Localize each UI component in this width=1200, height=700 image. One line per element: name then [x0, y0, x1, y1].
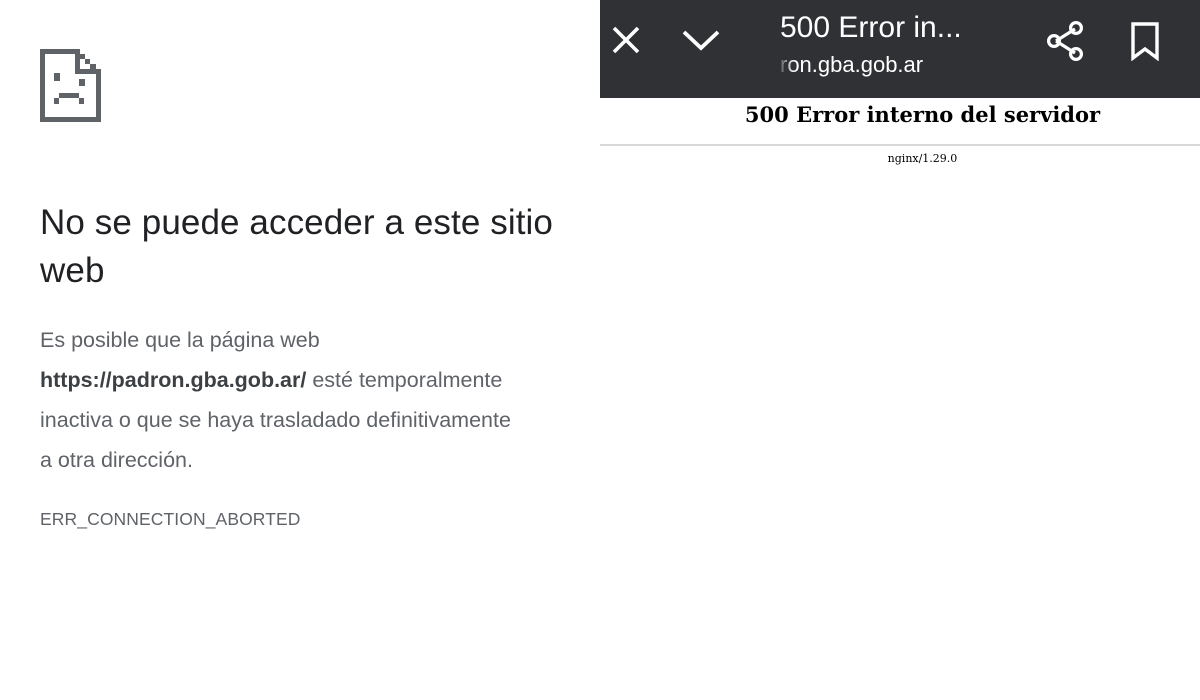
custom-tab-toolbar: 500 Error in... ron.gba.gob.ar — [600, 0, 1200, 98]
sad-document-icon — [40, 49, 101, 122]
bookmark-icon — [1131, 22, 1159, 61]
error-title: No se puede acceder a este sitio web — [40, 203, 553, 290]
error-code: ERR_CONNECTION_ABORTED — [40, 509, 301, 529]
server-version: nginx/1.29.0 — [887, 152, 958, 165]
description-line-2-rest: esté temporalmente — [306, 368, 503, 392]
description-line-1: Es posible que la página web — [40, 328, 320, 352]
expand-button[interactable] — [678, 18, 724, 62]
chrome-error-page: No se puede acceder a este sitio web Es … — [0, 0, 600, 700]
custom-tab-view: 500 Error in... ron.gba.gob.ar 500 Error… — [600, 0, 1200, 700]
share-button[interactable] — [1042, 18, 1088, 64]
close-icon — [612, 26, 640, 54]
title-url-area[interactable]: 500 Error in... ron.gba.gob.ar — [780, 6, 1020, 90]
description-line-2: https://padron.gba.gob.ar/ esté temporal… — [40, 360, 570, 400]
divider — [600, 144, 1200, 146]
description-line-3: inactiva o que se haya trasladado defini… — [40, 408, 511, 432]
description-line-4: a otra dirección. — [40, 448, 193, 472]
close-button[interactable] — [604, 18, 648, 62]
server-error-heading: 500 Error interno del servidor — [744, 102, 1101, 127]
tab-url: ron.gba.gob.ar — [780, 52, 924, 77]
error-description: Es posible que la página web https://pad… — [40, 320, 570, 480]
error-url: https://padron.gba.gob.ar/ — [40, 368, 307, 392]
tab-title: 500 Error in... — [780, 11, 962, 44]
chevron-down-icon — [682, 30, 720, 51]
share-icon — [1046, 20, 1084, 62]
bookmark-button[interactable] — [1122, 18, 1168, 64]
